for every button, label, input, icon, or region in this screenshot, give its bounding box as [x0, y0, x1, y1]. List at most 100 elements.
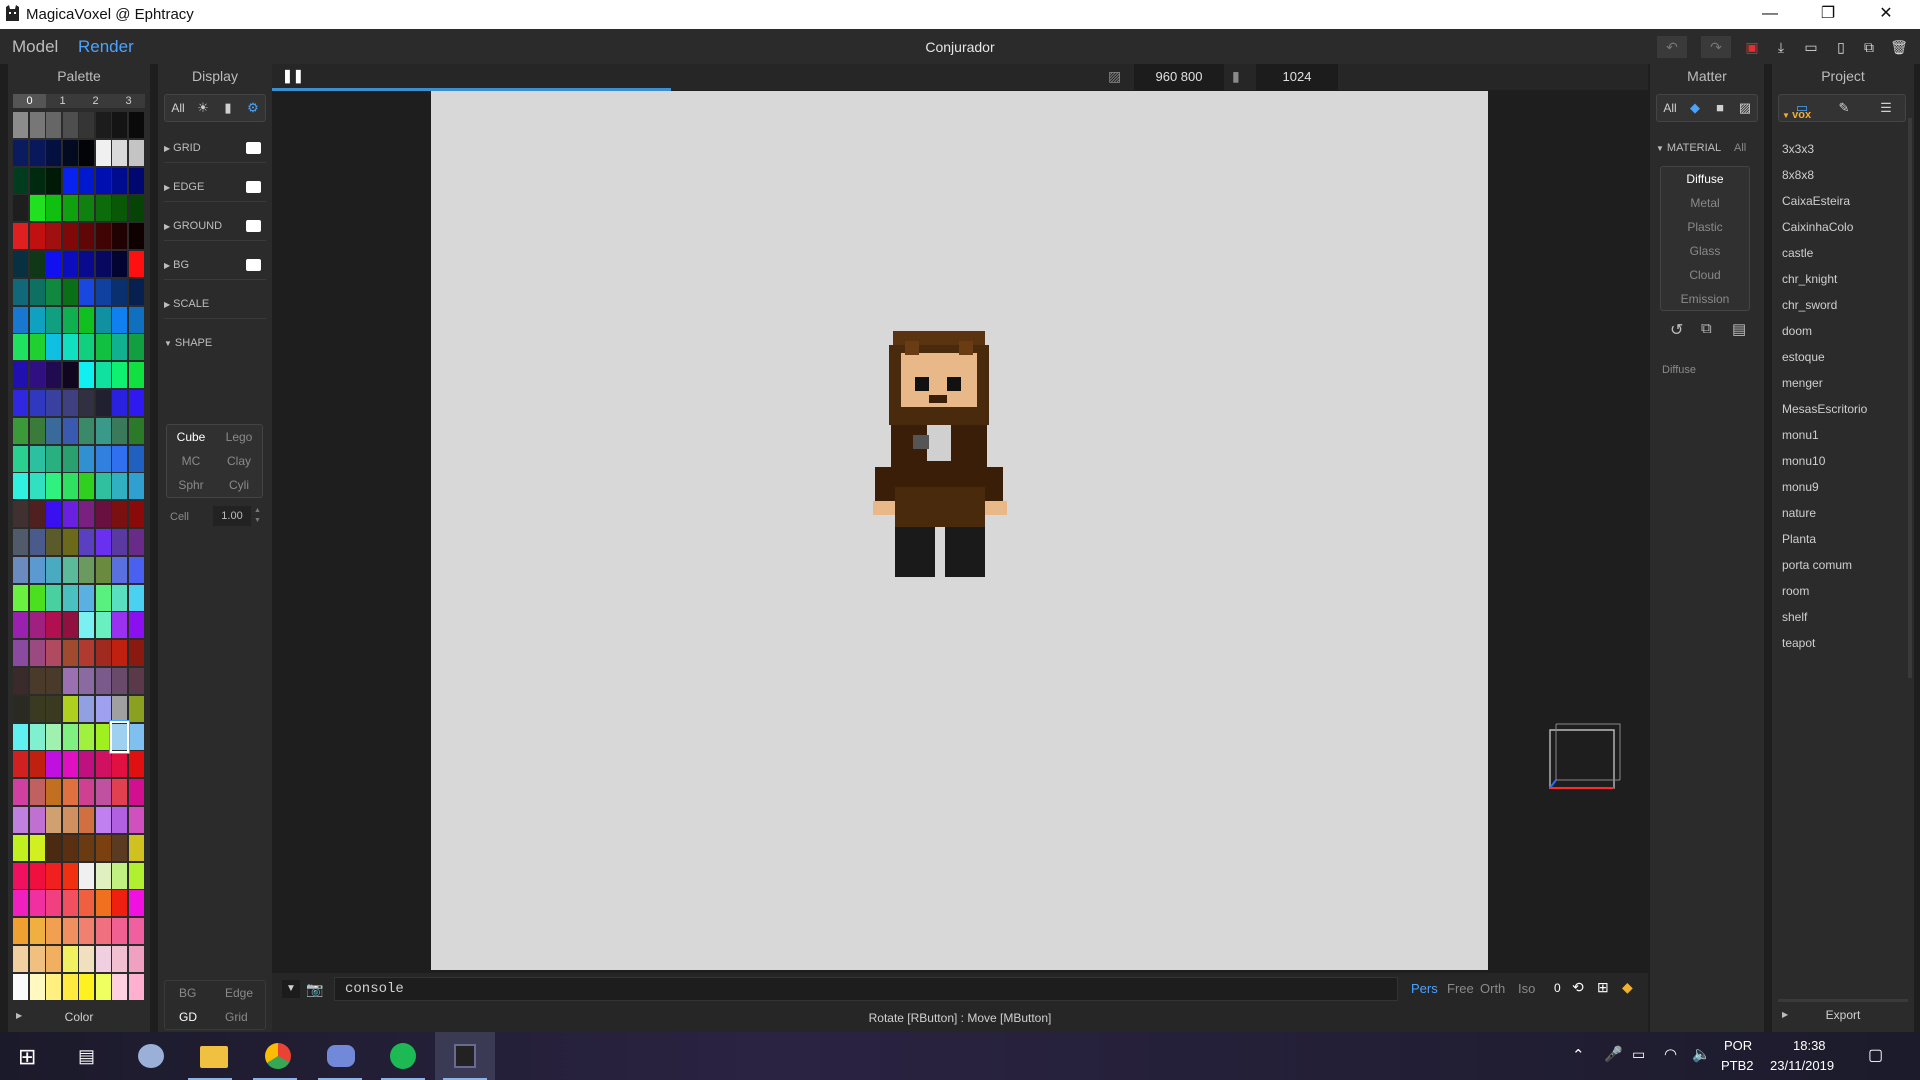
camera-value[interactable]: 0	[1554, 981, 1561, 995]
gear-icon[interactable]: ⚙	[242, 98, 264, 118]
palette-swatch[interactable]	[13, 139, 28, 166]
palette-swatch[interactable]	[13, 390, 28, 416]
edge-color-swatch[interactable]	[246, 181, 261, 193]
palette-swatch[interactable]	[29, 751, 45, 778]
palette-swatch[interactable]	[29, 306, 45, 333]
palette-swatch[interactable]	[95, 139, 111, 166]
cube-icon[interactable]: ◆	[1684, 98, 1706, 118]
shape-cube[interactable]: Cube	[167, 425, 215, 449]
display-section-ground[interactable]: ▶ GROUND	[164, 220, 222, 232]
palette-swatch[interactable]	[13, 251, 28, 277]
palette-swatch[interactable]	[29, 501, 45, 528]
chevron-up-icon[interactable]: ⌃	[1572, 1046, 1585, 1064]
delete-icon[interactable]: 🗑	[1888, 36, 1910, 58]
palette-swatch[interactable]	[13, 834, 28, 861]
palette-swatch[interactable]	[95, 195, 111, 222]
palette-swatch[interactable]	[95, 529, 111, 555]
palette-swatch[interactable]	[46, 640, 61, 667]
palette-swatch[interactable]	[112, 668, 127, 694]
palette-swatch[interactable]	[95, 417, 111, 444]
clock-date[interactable]: 23/11/2019	[1770, 1058, 1834, 1073]
palette-swatch[interactable]	[95, 918, 111, 945]
palette-swatch[interactable]	[46, 973, 61, 1000]
project-file-item[interactable]: nature	[1782, 500, 1902, 526]
palette-swatch[interactable]	[95, 334, 111, 361]
palette-swatch[interactable]	[79, 278, 94, 305]
palette-swatch[interactable]	[29, 390, 45, 416]
project-file-item[interactable]: MesasEscritorio	[1782, 396, 1902, 422]
palette-swatch[interactable]	[13, 112, 28, 138]
palette-swatch[interactable]	[46, 112, 61, 138]
palette-swatch[interactable]	[128, 695, 144, 722]
task-view-icon[interactable]: ▤	[78, 1046, 95, 1067]
palette-swatch[interactable]	[62, 612, 78, 639]
brush-icon[interactable]: ✎	[1833, 98, 1855, 118]
palette-swatch[interactable]	[29, 556, 45, 583]
palette-swatch[interactable]	[95, 306, 111, 333]
palette-swatch[interactable]	[62, 668, 78, 694]
palette-swatch[interactable]	[13, 946, 28, 972]
spotify-icon[interactable]	[390, 1043, 416, 1069]
copy-icon[interactable]: ⧉	[1858, 36, 1880, 58]
palette-swatch[interactable]	[29, 223, 45, 250]
palette-swatch[interactable]	[62, 918, 78, 945]
palette-swatch[interactable]	[13, 167, 28, 194]
palette-swatch[interactable]	[62, 139, 78, 166]
material-diffuse[interactable]: Diffuse	[1661, 167, 1749, 191]
palette-swatch[interactable]	[128, 612, 144, 639]
palette-swatch[interactable]	[95, 640, 111, 667]
new-icon[interactable]: ▯	[1830, 36, 1852, 58]
camera-snapshot-icon[interactable]: 📷	[306, 980, 324, 998]
project-file-item[interactable]: estoque	[1782, 344, 1902, 370]
palette-swatch[interactable]	[128, 946, 144, 972]
palette-swatch[interactable]	[29, 723, 45, 750]
palette-swatch[interactable]	[29, 584, 45, 611]
palette-swatch[interactable]	[29, 362, 45, 389]
bg-footer-button[interactable]: BG	[179, 986, 196, 1000]
palette-swatch[interactable]	[46, 362, 61, 389]
console-input[interactable]: console	[334, 977, 1398, 1001]
palette-swatch[interactable]	[112, 890, 127, 917]
palette-tab-1[interactable]: 1	[46, 94, 79, 108]
language-top[interactable]: POR	[1724, 1038, 1752, 1053]
palette-swatch[interactable]	[62, 417, 78, 444]
palette-tab-0[interactable]: 0	[13, 94, 46, 108]
palette-swatch[interactable]	[46, 417, 61, 444]
palette-swatch[interactable]	[29, 139, 45, 166]
cell-value-field[interactable]: 1.00	[213, 506, 251, 526]
palette-swatch[interactable]	[13, 584, 28, 611]
palette-swatch[interactable]	[79, 251, 94, 277]
palette-swatch[interactable]	[46, 918, 61, 945]
volume-icon[interactable]: 🔈	[1692, 1045, 1711, 1063]
palette-swatch[interactable]	[29, 251, 45, 277]
palette-swatch[interactable]	[62, 640, 78, 667]
project-file-item[interactable]: chr_knight	[1782, 266, 1902, 292]
palette-swatch[interactable]	[46, 529, 61, 555]
palette-swatch[interactable]	[128, 668, 144, 694]
palette-swatch[interactable]	[46, 723, 61, 750]
palette-swatch[interactable]	[13, 751, 28, 778]
palette-swatch[interactable]	[79, 167, 94, 194]
palette-swatch[interactable]	[128, 779, 144, 806]
palette-swatch[interactable]	[46, 195, 61, 222]
windows-start-icon[interactable]: ⊞	[18, 1044, 36, 1070]
palette-swatch[interactable]	[46, 695, 61, 722]
palette-swatch[interactable]	[128, 473, 144, 500]
edge-footer-button[interactable]: Edge	[225, 986, 253, 1000]
palette-swatch[interactable]	[128, 834, 144, 861]
palette-swatch[interactable]	[62, 251, 78, 277]
material-plastic[interactable]: Plastic	[1661, 215, 1749, 239]
palette-swatch[interactable]	[79, 612, 94, 639]
orientation-cube-icon[interactable]	[1544, 718, 1624, 798]
undo-icon[interactable]: ↶	[1657, 36, 1687, 58]
palette-swatch[interactable]	[62, 445, 78, 472]
palette-swatch[interactable]	[29, 834, 45, 861]
palette-swatch[interactable]	[79, 556, 94, 583]
palette-swatch[interactable]	[79, 473, 94, 500]
palette-swatch[interactable]	[112, 973, 127, 1000]
palette-swatch[interactable]	[95, 167, 111, 194]
palette-swatch[interactable]	[79, 751, 94, 778]
palette-swatch[interactable]	[79, 139, 94, 166]
palette-swatch[interactable]	[62, 723, 78, 750]
palette-swatch[interactable]	[62, 529, 78, 555]
